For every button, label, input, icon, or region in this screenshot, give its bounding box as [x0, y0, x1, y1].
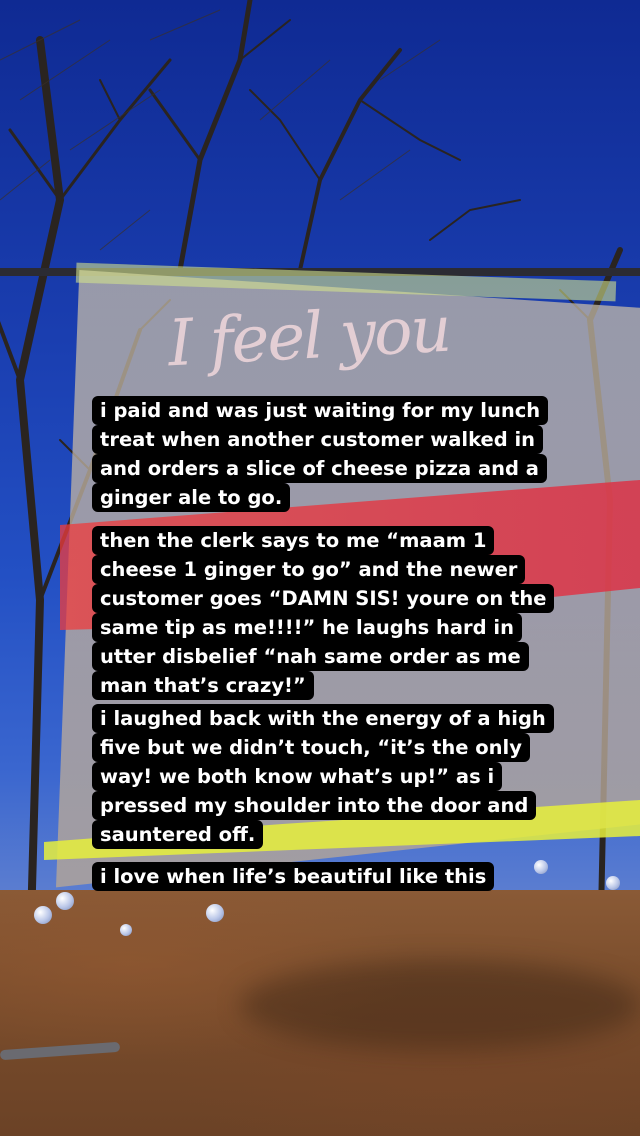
- caption-block-3: i laughed back with the energy of a high…: [92, 704, 554, 849]
- ground-shadow: [240, 960, 640, 1050]
- caption-line: then the clerk says to me “maam 1: [92, 526, 495, 555]
- glass-bead: [534, 860, 548, 874]
- caption-block-4: i love when life’s beautiful like this: [92, 862, 495, 891]
- caption-line: treat when another customer walked in: [92, 425, 544, 454]
- caption-line: i love when life’s beautiful like this: [92, 862, 495, 891]
- glass-bead: [120, 924, 132, 936]
- caption-line: man that’s crazy!”: [92, 671, 314, 700]
- caption-line: cheese 1 ginger to go” and the newer: [92, 555, 526, 584]
- caption-line: way! we both know what’s up!” as i: [92, 762, 503, 791]
- glass-bead: [206, 904, 224, 922]
- banner-script-text: I feel you: [166, 292, 452, 382]
- caption-line: and orders a slice of cheese pizza and a: [92, 454, 547, 483]
- glass-bead: [34, 906, 52, 924]
- caption-line: same tip as me!!!!” he laughs hard in: [92, 613, 522, 642]
- caption-line: ginger ale to go.: [92, 483, 291, 512]
- caption-block-1: i paid and was just waiting for my lunch…: [92, 396, 549, 512]
- caption-line: utter disbelief “nah same order as me: [92, 642, 529, 671]
- caption-line: five but we didn’t touch, “it’s the only: [92, 733, 530, 762]
- caption-line: customer goes “DAMN SIS! youre on the: [92, 584, 555, 613]
- glass-bead: [56, 892, 74, 910]
- caption-line: i paid and was just waiting for my lunch: [92, 396, 549, 425]
- caption-line: pressed my shoulder into the door and: [92, 791, 537, 820]
- glass-bead: [606, 876, 620, 890]
- caption-line: i laughed back with the energy of a high: [92, 704, 554, 733]
- caption-line: sauntered off.: [92, 820, 264, 849]
- caption-block-2: then the clerk says to me “maam 1 cheese…: [92, 526, 555, 700]
